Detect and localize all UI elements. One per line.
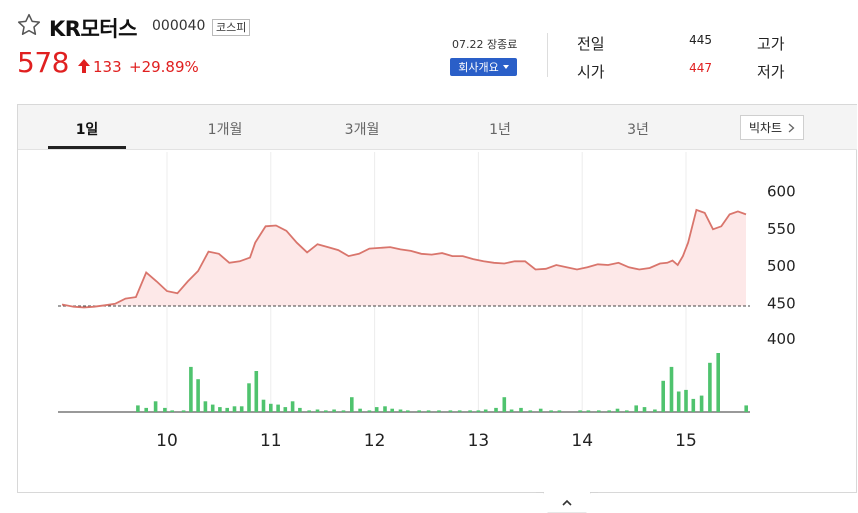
volume-bar [283,407,288,412]
volume-bar [324,410,328,412]
volume-bar [676,391,681,412]
volume-bar [290,401,295,412]
volume-bar [170,410,174,412]
volume-bar [642,407,647,412]
volume-bar [448,410,453,412]
volume-bar [483,409,488,412]
volume-bar [426,410,431,412]
volume-bar [549,410,553,412]
volume-bar [691,398,696,412]
volume-bar [254,371,259,412]
volume-bar [578,410,582,412]
volume-bar [684,389,688,412]
volume-bar [669,366,674,412]
volume-bar [509,409,514,412]
volume-bar [437,410,441,412]
x-tick-label: 13 [468,431,490,451]
y-tick-label: 600 [767,183,796,201]
volume-bar [653,409,657,412]
volume-bar [181,410,186,412]
volume-bar [615,408,620,412]
volume-bar [203,401,208,412]
x-tick-label: 10 [156,431,178,451]
volume-bar [332,409,336,412]
volume-bar [634,405,638,412]
volume-bar [625,410,629,412]
volume-bar [417,410,421,412]
volume-bar [457,410,462,412]
volume-bar [298,407,302,412]
volume-bar [163,407,167,412]
collapse-button[interactable] [536,492,598,513]
x-tick-label: 11 [260,431,282,451]
y-tick-label: 400 [767,330,796,348]
y-tick-label: 450 [767,294,796,312]
volume-bar [406,410,410,412]
volume-bar [261,399,266,412]
y-tick-label: 500 [767,257,796,275]
volume-bar [557,410,562,412]
y-tick-label: 550 [767,220,796,238]
volume-bar [189,366,193,412]
volume-bar [597,410,601,412]
volume-bar [607,410,611,412]
volume-bar [390,408,394,412]
volume-bar [358,408,362,412]
price-area [62,209,746,308]
volume-bar [716,353,720,412]
volume-bar [341,410,346,412]
volume-bar [519,407,523,412]
volume-bar [476,410,481,412]
volume-bar [276,404,280,412]
volume-bar [661,380,665,412]
volume-bar [239,406,244,412]
volume-bar [699,395,704,412]
volume-bar [468,410,472,412]
volume-bar [144,407,148,412]
x-tick-label: 12 [364,431,386,451]
volume-bar [196,379,200,412]
volume-bar [374,407,379,412]
volume-bar [383,406,387,412]
volume-bar [528,410,533,412]
volume-bar [367,410,372,412]
volume-bar [538,408,543,412]
volume-bar [232,406,237,412]
volume-bar [350,397,354,412]
volume-bar [494,407,498,412]
volume-bar [744,405,748,412]
volume-bar [708,362,712,412]
volume-bar [247,383,251,412]
volume-bar [153,401,158,412]
volume-bar [136,405,140,412]
volume-bar [315,409,320,412]
volume-bar [586,410,591,412]
volume-bar [210,404,215,412]
intraday-chart: 600 550 500 450 400 10 11 12 13 14 15 [58,152,796,451]
x-tick-label: 14 [571,431,593,451]
volume-bar [269,403,273,412]
volume-bar [225,407,229,412]
x-tick-label: 15 [675,431,697,451]
volume-bar [218,407,222,412]
volume-bar [307,410,311,412]
volume-bar [398,409,403,412]
volume-bar [502,397,507,412]
